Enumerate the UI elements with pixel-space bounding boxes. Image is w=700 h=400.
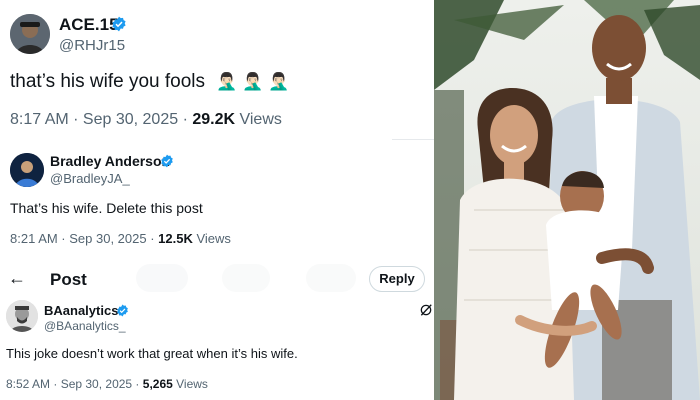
- author-handle[interactable]: @BAanalytics_: [44, 319, 126, 333]
- timestamp[interactable]: 8:21 AM · Sep 30, 2025 ·: [10, 231, 158, 246]
- verified-badge-icon: [112, 16, 126, 32]
- page-title: Post: [50, 270, 87, 289]
- avatar[interactable]: [10, 153, 44, 187]
- tweet-meta: 8:52 AM · Sep 30, 2025 · 5,265 Views: [6, 377, 208, 391]
- tweet-text: This joke doesn’t work that great when i…: [6, 346, 298, 361]
- views-label: Views: [235, 111, 282, 128]
- author-name[interactable]: BAanalytics: [44, 303, 118, 318]
- view-count: 12.5K: [158, 231, 193, 246]
- view-count: 29.2K: [192, 111, 236, 128]
- views-label: Views: [172, 377, 208, 391]
- facepalm-emoji: 🤦🏻‍♂️ 🤦🏻‍♂️ 🤦🏻‍♂️: [216, 72, 290, 91]
- view-count: 5,265: [142, 377, 173, 391]
- family-photo: [434, 0, 700, 400]
- avatar[interactable]: [10, 14, 50, 54]
- faded-control: [222, 264, 270, 292]
- author-handle[interactable]: @BradleyJA_: [50, 171, 130, 186]
- author-name[interactable]: Bradley Anderson: [50, 153, 170, 169]
- tweet-meta: 8:17 AM · Sep 30, 2025 · 29.2K Views: [10, 111, 282, 129]
- reply-button[interactable]: Reply: [369, 266, 425, 292]
- timestamp[interactable]: 8:52 AM · Sep 30, 2025 ·: [6, 377, 143, 391]
- grok-icon[interactable]: [419, 303, 433, 317]
- back-arrow-icon[interactable]: ←: [8, 268, 26, 288]
- verified-badge-icon: [161, 154, 173, 168]
- tweet-text: that’s his wife you fools 🤦🏻‍♂️ 🤦🏻‍♂️ 🤦🏻…: [10, 71, 289, 93]
- author-name[interactable]: ACE.15: [59, 15, 119, 35]
- tweet-text-content: that’s his wife you fools: [10, 71, 206, 92]
- faded-control: [306, 264, 356, 292]
- views-label: Views: [192, 231, 231, 246]
- tweet-text: That’s his wife. Delete this post: [10, 200, 203, 216]
- verified-badge-icon: [117, 304, 128, 317]
- faded-control: [136, 264, 188, 292]
- timestamp[interactable]: 8:17 AM · Sep 30, 2025 ·: [10, 111, 192, 128]
- tweet-composite-panel: ACE.15 @RHJr15 that’s his wife you fools…: [0, 0, 434, 400]
- divider: [392, 139, 434, 140]
- tweet-meta: 8:21 AM · Sep 30, 2025 · 12.5K Views: [10, 231, 231, 246]
- avatar[interactable]: [6, 300, 38, 332]
- author-handle[interactable]: @RHJr15: [59, 37, 125, 54]
